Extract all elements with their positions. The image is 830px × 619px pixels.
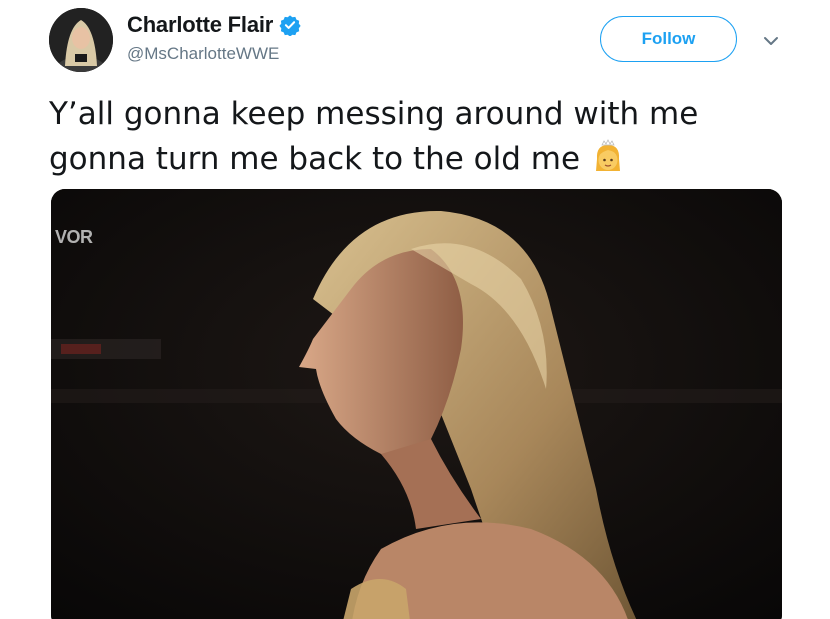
user-handle[interactable]: @MsCharlotteWWE xyxy=(127,44,279,64)
avatar[interactable] xyxy=(49,8,113,72)
follow-button[interactable]: Follow xyxy=(600,16,737,62)
chevron-down-icon[interactable] xyxy=(760,30,782,52)
tweet-text-line-1: Y’all gonna keep messing around with me xyxy=(49,96,699,132)
princess-emoji-icon xyxy=(590,139,626,175)
tweet-media-photo[interactable]: VOR xyxy=(51,189,782,619)
tweet-text-line-2-text: gonna turn me back to the old me xyxy=(49,141,581,177)
name-row: Charlotte Flair xyxy=(127,11,301,39)
tweet-card: Charlotte Flair @MsCharlotteWWE Follow Y… xyxy=(0,0,830,619)
display-name[interactable]: Charlotte Flair xyxy=(127,12,273,38)
tweet-text-line-2: gonna turn me back to the old me xyxy=(49,137,789,182)
avatar-image xyxy=(49,8,113,72)
photo-watermark: VOR xyxy=(55,227,93,247)
tweet-text: Y’all gonna keep messing around with me … xyxy=(49,92,789,182)
photo-image xyxy=(51,189,782,619)
verified-badge-icon xyxy=(279,14,301,37)
